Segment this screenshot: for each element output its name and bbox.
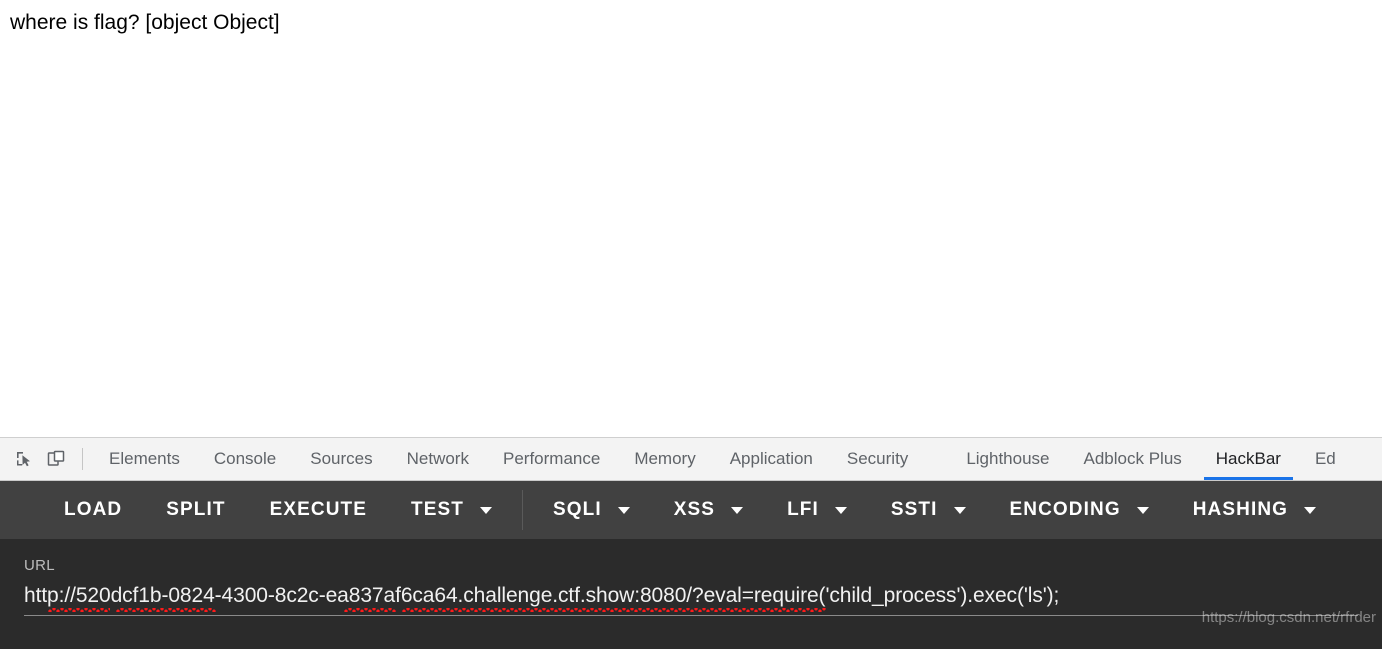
hackbar-sqli-label: SQLI (553, 499, 602, 520)
hackbar-encoding-label: ENCODING (1009, 499, 1121, 520)
url-input[interactable]: http://520dcf1b-0824-4300-8c2c-ea837af6c… (24, 583, 1358, 609)
url-field-label: URL (24, 557, 55, 574)
hackbar-test-button[interactable]: TEST (389, 481, 514, 539)
hackbar-hashing-button[interactable]: HASHING (1171, 481, 1338, 539)
extension-tabs-gap (925, 438, 949, 480)
hackbar-xss-button[interactable]: XSS (652, 481, 765, 539)
tab-network[interactable]: Network (390, 438, 486, 480)
hackbar-sqli-button[interactable]: SQLI (531, 481, 652, 539)
hackbar-lfi-button[interactable]: LFI (765, 481, 869, 539)
devtools-panel: Elements Console Sources Network Perform… (0, 437, 1382, 649)
chevron-down-icon (617, 506, 630, 514)
hackbar-url-panel: URL http://520dcf1b-0824-4300-8c2c-ea837… (0, 539, 1382, 649)
tab-security[interactable]: Security (830, 438, 925, 480)
hackbar-lfi-label: LFI (787, 499, 819, 520)
hackbar-divider (522, 490, 523, 530)
page-viewport: where is flag? [object Object] (0, 0, 1382, 437)
inspect-element-icon[interactable] (8, 438, 40, 480)
hackbar-toolbar: LOAD SPLIT EXECUTE TEST SQLI XSS LFI SST… (0, 481, 1382, 539)
hackbar-execute-label: EXECUTE (269, 499, 368, 520)
hackbar-hashing-label: HASHING (1192, 499, 1289, 520)
tab-performance[interactable]: Performance (486, 438, 617, 480)
hackbar-load-button[interactable]: LOAD (42, 481, 144, 539)
chevron-down-icon (1136, 506, 1149, 514)
tab-adblock-plus[interactable]: Adblock Plus (1067, 438, 1199, 480)
tab-editthiscookie[interactable]: Ed (1298, 438, 1353, 480)
page-body-text: where is flag? [object Object] (10, 11, 280, 34)
tab-console[interactable]: Console (197, 438, 293, 480)
hackbar-ssti-button[interactable]: SSTI (869, 481, 988, 539)
device-toolbar-icon[interactable] (40, 438, 72, 480)
chevron-down-icon (1304, 506, 1317, 514)
chevron-down-icon (834, 506, 847, 514)
tab-memory[interactable]: Memory (617, 438, 712, 480)
hackbar-execute-button[interactable]: EXECUTE (248, 481, 389, 539)
chevron-down-icon (731, 506, 744, 514)
tab-lighthouse[interactable]: Lighthouse (949, 438, 1066, 480)
hackbar-encoding-button[interactable]: ENCODING (988, 481, 1171, 539)
chevron-down-icon (953, 506, 966, 514)
tab-hackbar[interactable]: HackBar (1199, 438, 1298, 480)
hackbar-split-label: SPLIT (166, 499, 226, 520)
chevron-down-icon (480, 506, 492, 514)
devtools-tab-bar: Elements Console Sources Network Perform… (0, 438, 1382, 481)
tab-sources[interactable]: Sources (293, 438, 389, 480)
hackbar-test-label: TEST (411, 499, 464, 520)
hackbar-load-label: LOAD (64, 499, 123, 520)
hackbar-ssti-label: SSTI (890, 499, 938, 520)
hackbar-split-button[interactable]: SPLIT (144, 481, 247, 539)
hackbar-xss-label: XSS (673, 499, 716, 520)
tab-application[interactable]: Application (713, 438, 830, 480)
tab-elements[interactable]: Elements (92, 438, 197, 480)
toolbar-divider (82, 448, 83, 470)
url-input-wrapper[interactable]: http://520dcf1b-0824-4300-8c2c-ea837af6c… (24, 583, 1358, 617)
